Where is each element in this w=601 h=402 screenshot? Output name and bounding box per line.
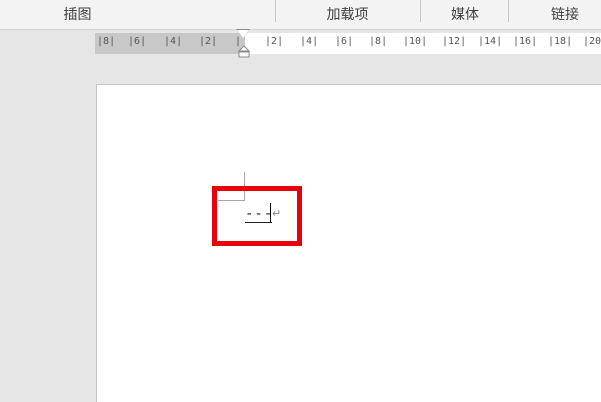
left-pane — [0, 30, 95, 401]
ribbon-group-addins[interactable]: 加载项 — [295, 0, 400, 29]
first-line-indent-marker[interactable] — [237, 30, 249, 38]
ruler-tick-label: |8| — [97, 36, 116, 47]
ruler-tick-label: |6| — [335, 36, 354, 47]
ruler-tick-label: |8| — [369, 36, 388, 47]
ruler-tick-label: |20 — [583, 36, 601, 47]
ribbon-separator — [508, 0, 509, 22]
ruler-tick-label: |16| — [513, 36, 538, 47]
ribbon-separator — [275, 0, 276, 22]
ruler-tick-label: |12| — [442, 36, 467, 47]
ribbon-group-links[interactable]: 链接 — [525, 0, 601, 29]
ribbon-separator — [420, 0, 421, 22]
ruler-tick-label: |6| — [128, 36, 147, 47]
ribbon-group-illustrations[interactable]: 插图 — [20, 0, 135, 29]
document-page[interactable] — [96, 84, 601, 402]
ruler-tick-label: |4| — [300, 36, 319, 47]
ribbon-group-bar: 插图 加载项 媒体 链接 — [0, 0, 601, 30]
highlight-box — [212, 186, 302, 246]
ruler-tick-label: |10| — [403, 36, 428, 47]
hanging-indent-marker[interactable] — [238, 45, 250, 58]
ruler-tick-label: |4| — [164, 36, 183, 47]
ruler-tick-label: |14| — [478, 36, 503, 47]
ruler-tick-label: |2| — [199, 36, 218, 47]
ruler-tick-label: |18| — [548, 36, 573, 47]
horizontal-ruler[interactable]: |8| |6| |4| |2| | |2| |4| |6| |8| |10| |… — [95, 33, 601, 54]
ruler-tick-label: |2| — [265, 36, 284, 47]
ribbon-group-media[interactable]: 媒体 — [425, 0, 505, 29]
